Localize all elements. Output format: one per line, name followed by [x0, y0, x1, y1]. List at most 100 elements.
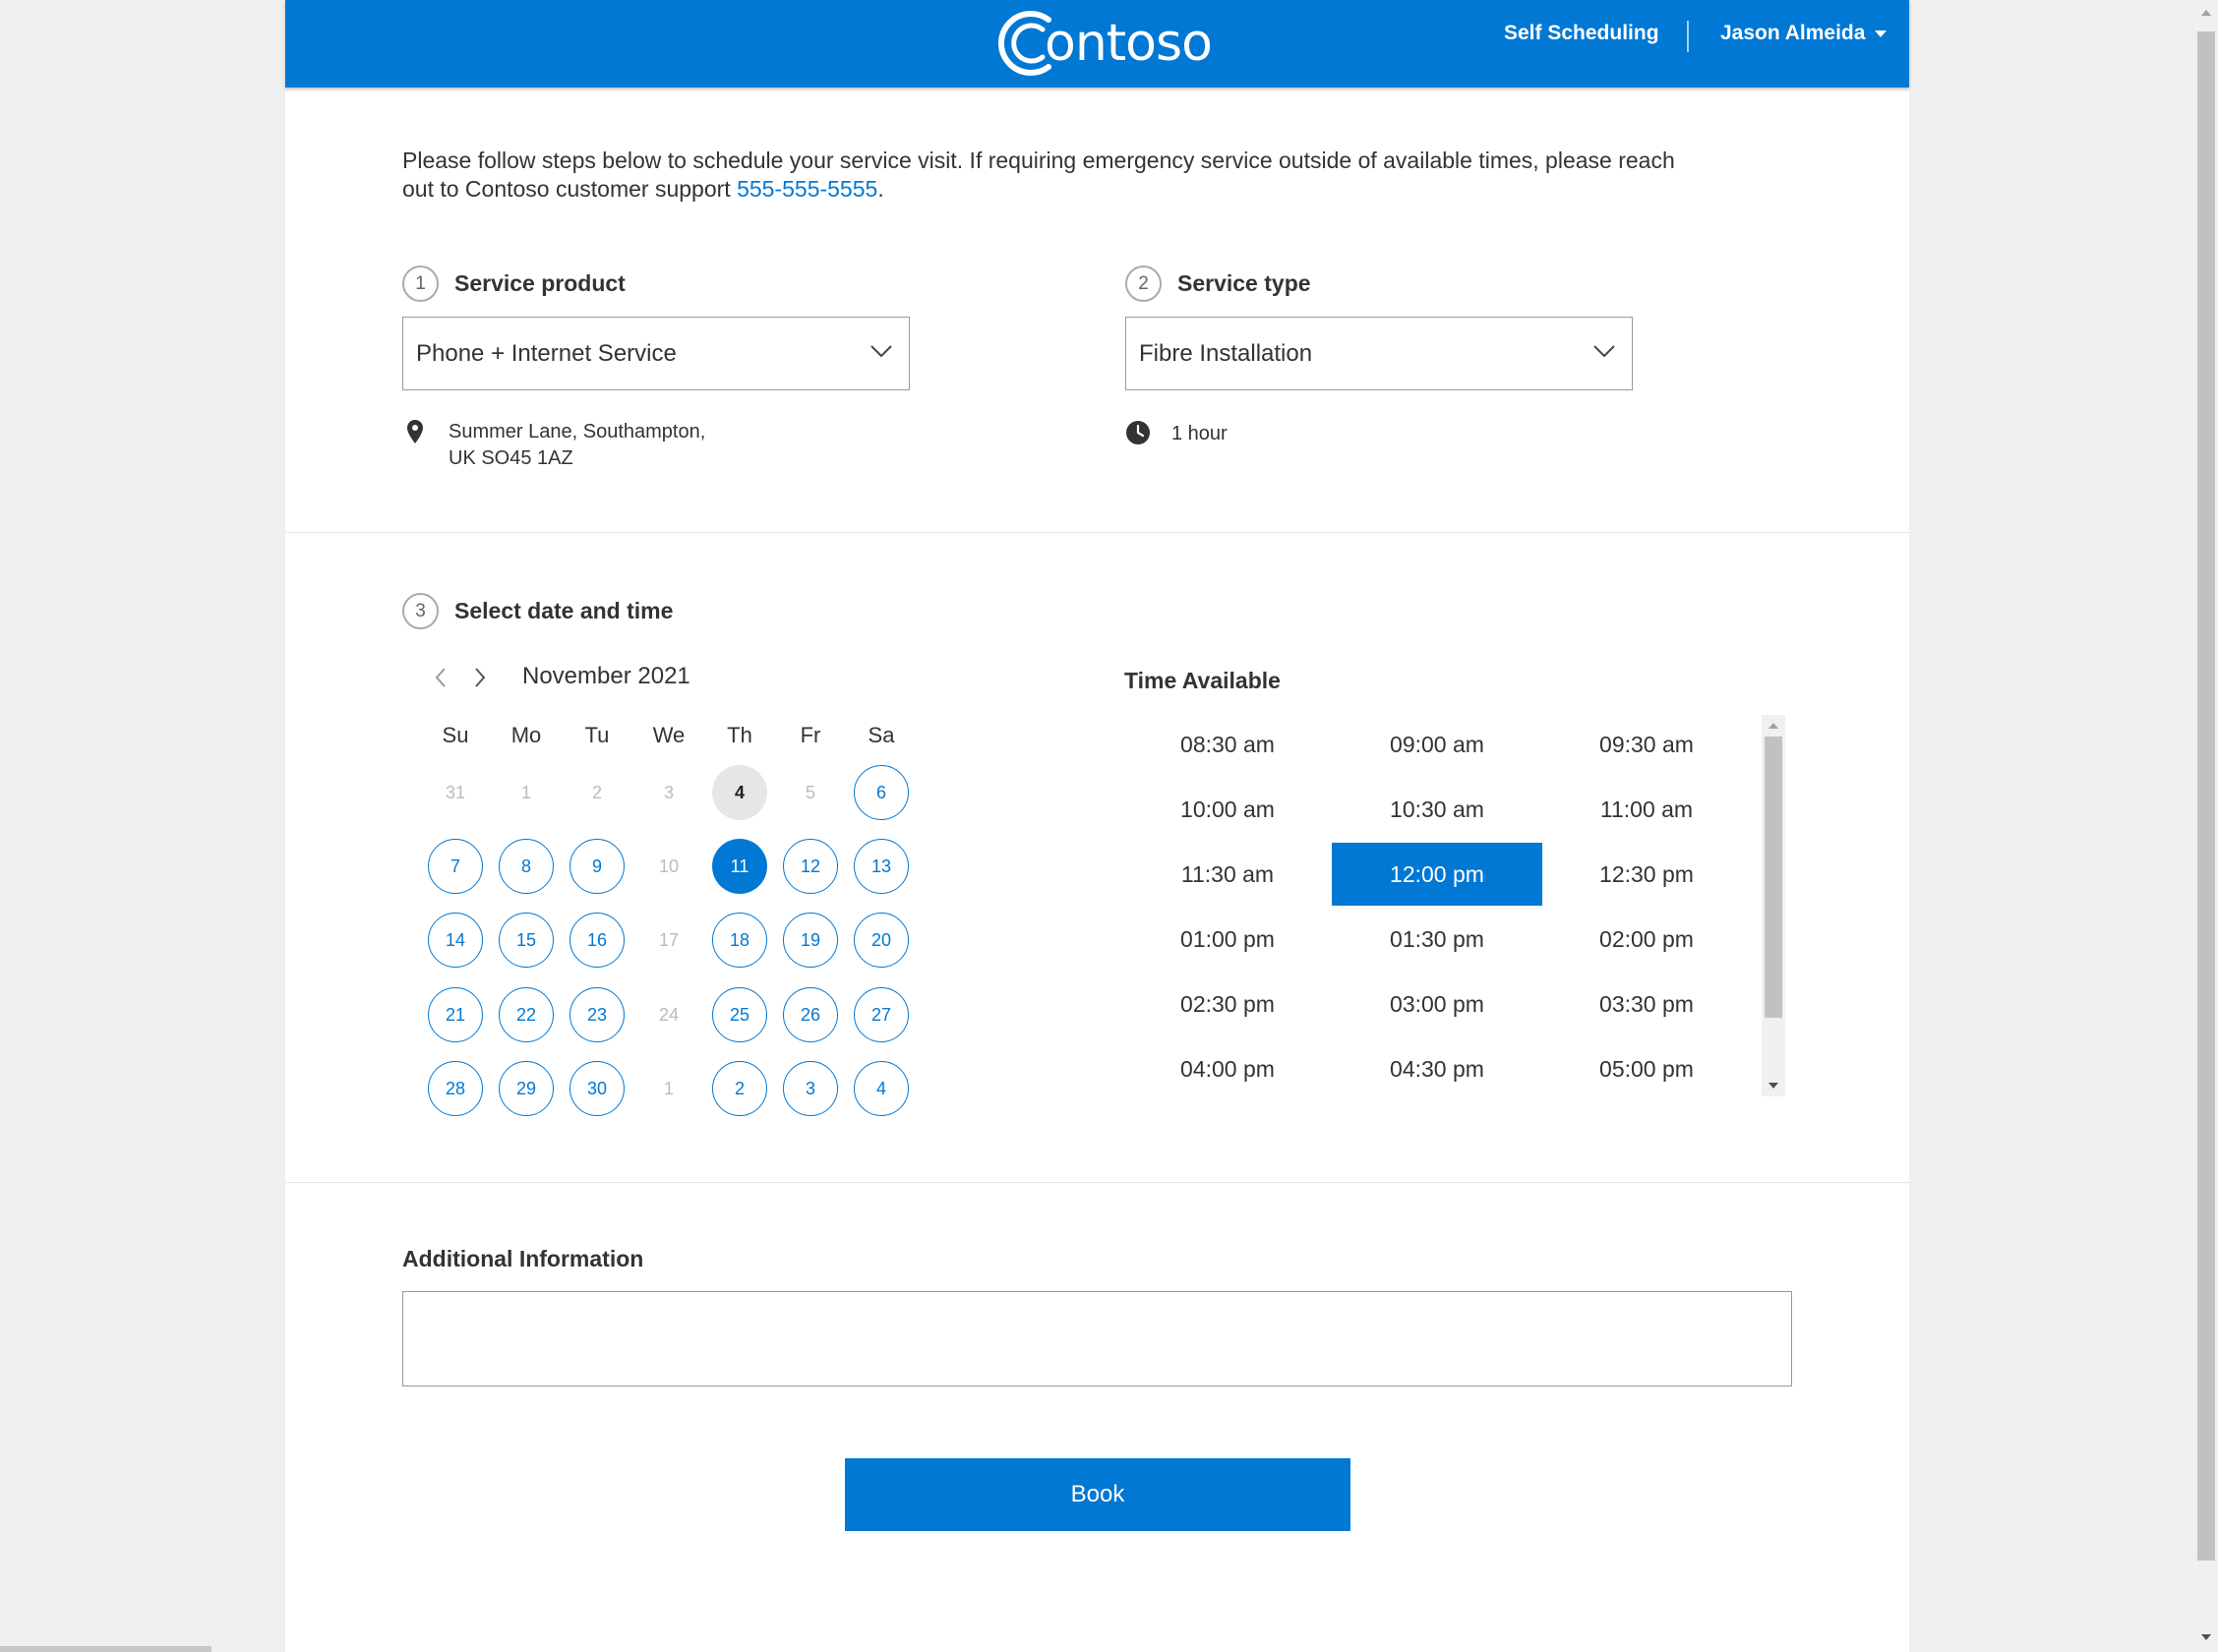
calendar-day[interactable]: 21 [428, 987, 483, 1042]
weekday-label: Sa [868, 723, 895, 747]
calendar-day[interactable]: 18 [712, 913, 767, 968]
calendar-day: 1 [663, 1078, 674, 1098]
self-scheduling-link[interactable]: Self Scheduling [1504, 22, 1659, 45]
service-product-select[interactable]: Phone + Internet Service [402, 317, 910, 390]
calendar-day[interactable]: 9 [569, 839, 625, 894]
weekday-label: Th [727, 723, 752, 747]
step-2-number: 2 [1125, 266, 1162, 302]
time-slot[interactable]: 09:00 am [1332, 713, 1542, 776]
location-pin-icon [407, 420, 423, 443]
address-line-2: UK SO45 1AZ [449, 447, 573, 469]
calendar-day[interactable]: 3 [783, 1061, 838, 1116]
time-slot[interactable]: 02:00 pm [1541, 908, 1752, 971]
time-slot[interactable]: 02:30 pm [1122, 973, 1333, 1035]
time-slot[interactable]: 11:00 am [1541, 778, 1752, 841]
additional-info-input[interactable] [402, 1291, 1792, 1386]
previous-month-icon[interactable] [434, 667, 448, 688]
book-button[interactable]: Book [845, 1458, 1350, 1531]
time-slot[interactable]: 08:30 am [1122, 713, 1333, 776]
calendar-day[interactable]: 19 [783, 913, 838, 968]
calendar-day[interactable]: 2 [712, 1061, 767, 1116]
time-slot[interactable]: 03:00 pm [1332, 973, 1542, 1035]
weekday-label: Mo [510, 723, 542, 747]
calendar-day: 2 [591, 782, 602, 802]
calendar-day[interactable]: 30 [569, 1061, 625, 1116]
contoso-logo[interactable]: ontoso [997, 6, 1214, 81]
service-type-value: Fibre Installation [1139, 339, 1313, 367]
calendar-day[interactable]: 29 [499, 1061, 554, 1116]
calendar-day: 5 [805, 782, 815, 802]
section-divider [285, 1182, 1909, 1183]
time-slot[interactable]: 09:30 am [1541, 713, 1752, 776]
calendar-day[interactable]: 11 [712, 839, 767, 894]
time-slot[interactable]: 04:30 pm [1332, 1037, 1542, 1100]
calendar-day: 24 [658, 1004, 680, 1025]
service-duration: 1 hour [1171, 423, 1228, 444]
time-slot[interactable]: 04:00 pm [1122, 1037, 1333, 1100]
weekday-label: We [652, 723, 686, 747]
time-slot[interactable]: 10:30 am [1332, 778, 1542, 841]
calendar-day[interactable]: 8 [499, 839, 554, 894]
chevron-down-icon [1593, 345, 1615, 358]
chevron-down-icon [870, 345, 892, 358]
scroll-up-icon[interactable] [2201, 10, 2211, 16]
time-available-label: Time Available [1124, 668, 1281, 693]
service-type-select[interactable]: Fibre Installation [1125, 317, 1633, 390]
calendar-day[interactable]: 15 [499, 913, 554, 968]
calendar-day[interactable]: 25 [712, 987, 767, 1042]
time-list-scrollbar[interactable] [1762, 715, 1785, 1096]
scheduling-page: ontoso Self Scheduling Jason Almeida Ple… [285, 0, 1909, 1652]
calendar-month: November 2021 [522, 663, 690, 689]
scroll-up-icon[interactable] [1768, 723, 1778, 729]
scroll-down-icon[interactable] [2201, 1634, 2211, 1640]
calendar-day[interactable]: 20 [854, 913, 909, 968]
calendar-day[interactable]: 26 [783, 987, 838, 1042]
calendar-day[interactable]: 12 [783, 839, 838, 894]
support-phone-link[interactable]: 555-555-5555 [737, 176, 877, 202]
calendar-day: 1 [520, 782, 531, 802]
time-slot[interactable]: 10:00 am [1122, 778, 1333, 841]
calendar-day[interactable]: 7 [428, 839, 483, 894]
user-name: Jason Almeida [1720, 22, 1866, 44]
intro-body: Please follow steps below to schedule yo… [402, 148, 1675, 202]
scroll-down-icon[interactable] [1768, 1083, 1778, 1089]
calendar-day[interactable]: 16 [569, 913, 625, 968]
service-address: Summer Lane, Southampton, UK SO45 1AZ [449, 419, 705, 472]
time-slot[interactable]: 12:00 pm [1332, 843, 1542, 906]
horizontal-scroll-strip [0, 1646, 211, 1652]
calendar-day[interactable]: 4 [854, 1061, 909, 1116]
scroll-thumb[interactable] [1765, 737, 1782, 1018]
calendar-day[interactable]: 13 [854, 839, 909, 894]
service-type-label: Service type [1177, 270, 1311, 296]
intro-end: . [877, 176, 884, 202]
calendar-day: 3 [663, 782, 674, 802]
window-scroll-thumb[interactable] [2197, 31, 2215, 1561]
calendar-day: 10 [658, 856, 680, 876]
calendar-day[interactable]: 6 [854, 765, 909, 820]
window-scrollbar[interactable] [2194, 0, 2218, 1652]
nav-divider [1687, 21, 1689, 52]
time-slot[interactable]: 01:00 pm [1122, 908, 1333, 971]
time-slot[interactable]: 11:30 am [1122, 843, 1333, 906]
time-slot[interactable]: 12:30 pm [1541, 843, 1752, 906]
step-1-number: 1 [402, 266, 439, 302]
time-slot[interactable]: 05:00 pm [1541, 1037, 1752, 1100]
calendar-day[interactable]: 22 [499, 987, 554, 1042]
section-divider [285, 532, 1909, 533]
calendar-day[interactable]: 27 [854, 987, 909, 1042]
step-3-number: 3 [402, 593, 439, 629]
time-slot[interactable]: 01:30 pm [1332, 908, 1542, 971]
calendar-day[interactable]: 23 [569, 987, 625, 1042]
user-menu[interactable]: Jason Almeida [1720, 22, 1888, 45]
top-bar: ontoso Self Scheduling Jason Almeida [285, 0, 1909, 88]
service-product-value: Phone + Internet Service [416, 339, 677, 367]
calendar-day[interactable]: 28 [428, 1061, 483, 1116]
calendar-day[interactable]: 14 [428, 913, 483, 968]
next-month-icon[interactable] [473, 667, 487, 688]
time-slot[interactable]: 03:30 pm [1541, 973, 1752, 1035]
date-time-label: Select date and time [454, 598, 674, 623]
calendar-day[interactable]: 4 [712, 765, 767, 820]
caret-down-icon [1875, 30, 1888, 37]
calendar-day: 17 [658, 929, 680, 950]
calendar-day: 31 [445, 782, 466, 802]
